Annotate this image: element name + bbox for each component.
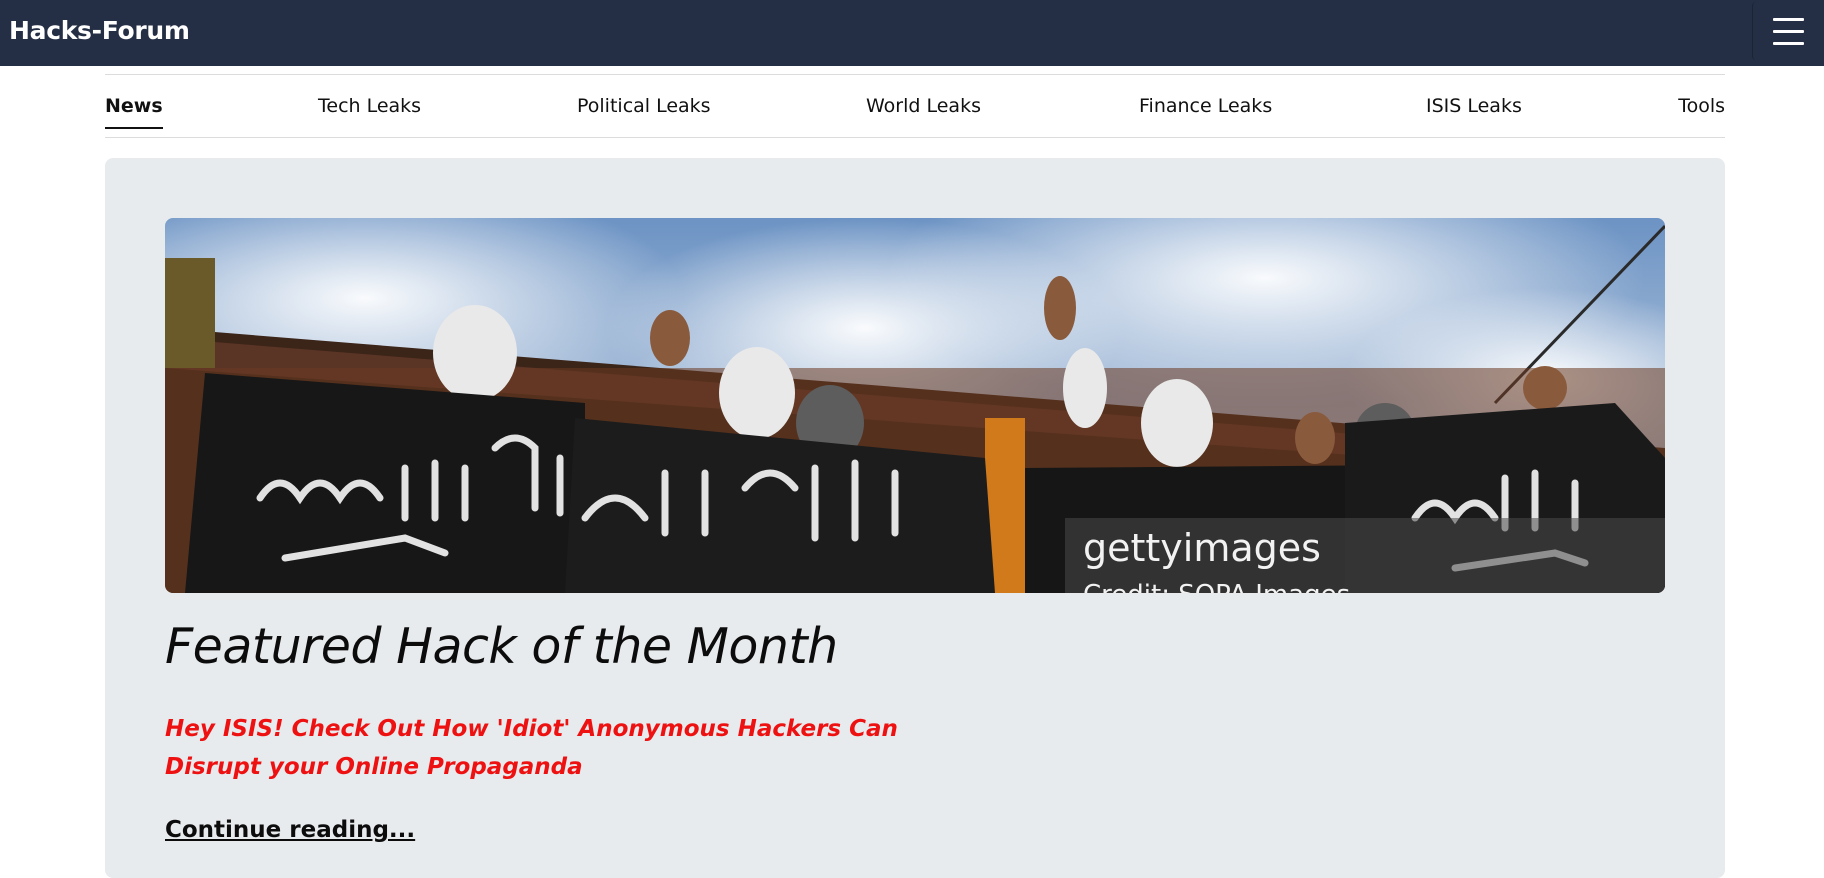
featured-photo: gettyimages Credit: SOPA Images xyxy=(165,218,1665,593)
hamburger-menu-icon[interactable] xyxy=(1752,2,1824,60)
brand-logo-link[interactable]: Hacks-Forum xyxy=(9,16,190,45)
nav-item-finance-leaks[interactable]: Finance Leaks xyxy=(1139,95,1272,127)
watermark-credit-text: Credit: SOPA Images xyxy=(1083,580,1350,593)
nav-item-world-leaks[interactable]: World Leaks xyxy=(866,95,981,127)
nav-item-isis-leaks[interactable]: ISIS Leaks xyxy=(1426,95,1522,127)
hamburger-line xyxy=(1773,29,1804,33)
featured-title: Featured Hack of the Month xyxy=(165,618,838,675)
hamburger-line xyxy=(1773,17,1804,21)
nav-item-political-leaks[interactable]: Political Leaks xyxy=(577,95,711,127)
watermark-brand-text: gettyimages xyxy=(1083,526,1321,570)
category-nav: News Tech Leaks Political Leaks World Le… xyxy=(105,74,1725,138)
nav-item-tools[interactable]: Tools xyxy=(1678,95,1725,127)
nav-item-tech-leaks[interactable]: Tech Leaks xyxy=(318,95,421,127)
nav-item-news[interactable]: News xyxy=(105,95,163,129)
featured-image[interactable]: gettyimages Credit: SOPA Images xyxy=(165,218,1665,593)
featured-headline: Hey ISIS! Check Out How 'Idiot' Anonymou… xyxy=(165,716,898,780)
top-navbar: Hacks-Forum xyxy=(0,0,1824,66)
hamburger-line xyxy=(1773,41,1804,45)
continue-reading-link[interactable]: Continue reading... xyxy=(165,817,415,843)
